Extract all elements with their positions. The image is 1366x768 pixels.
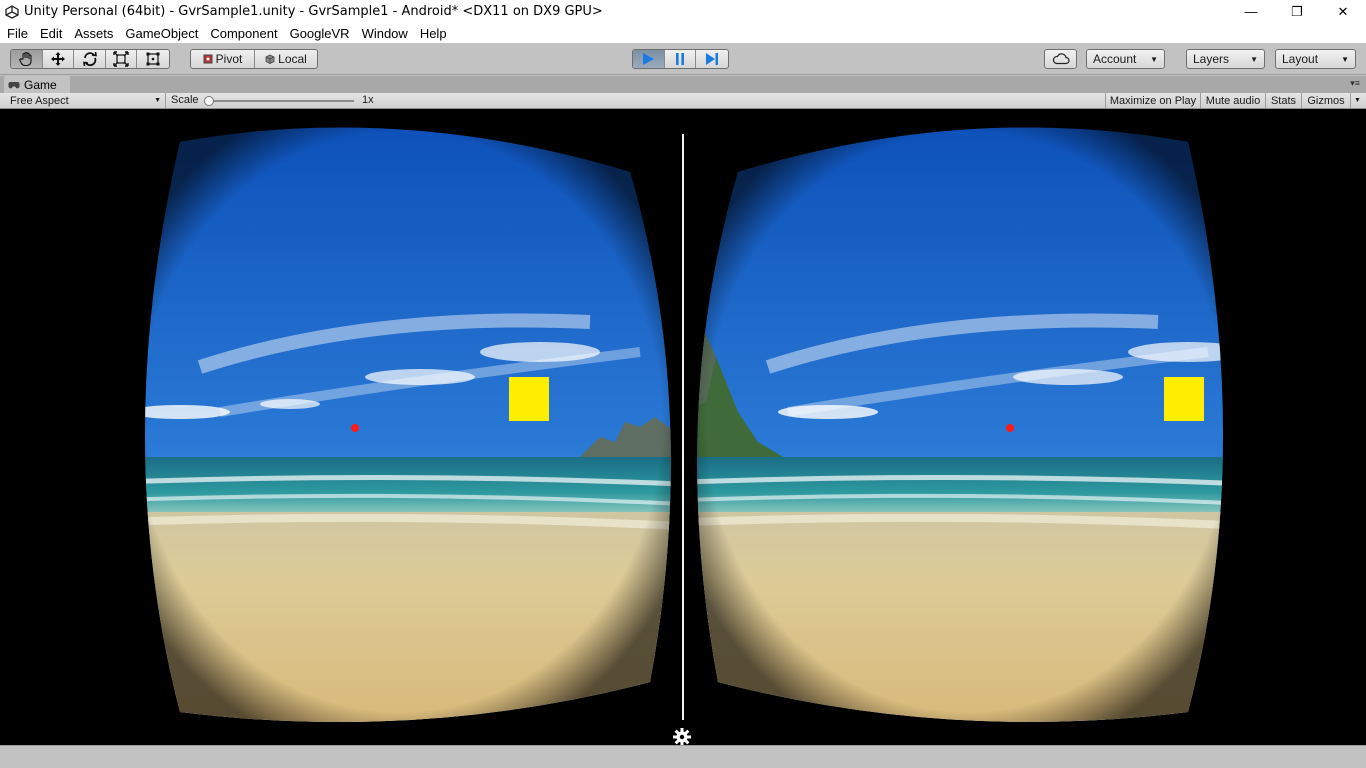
menu-component[interactable]: Component — [204, 26, 283, 41]
yellow-cube[interactable] — [1164, 377, 1204, 421]
move-tool-button[interactable] — [43, 50, 75, 68]
game-viewport[interactable] — [0, 109, 1366, 745]
gaze-reticle — [1006, 424, 1014, 432]
chevron-down-icon: ▼ — [154, 97, 161, 104]
gizmos-dropdown[interactable]: ▼ — [1350, 93, 1364, 108]
pivot-button[interactable]: Pivot — [191, 50, 255, 68]
main-toolbar: Pivot Local Account ▼ Layers ▼ Layout ▼ — [0, 43, 1366, 75]
window-title: Unity Personal (64bit) - GvrSample1.unit… — [24, 4, 603, 19]
gizmos-label: Gizmos — [1307, 94, 1345, 107]
menu-gameobject[interactable]: GameObject — [119, 26, 204, 41]
scale-tool-button[interactable] — [106, 50, 138, 68]
scale-label: Scale — [171, 94, 199, 106]
scale-slider-handle[interactable] — [204, 96, 214, 106]
play-controls — [632, 49, 729, 69]
menu-bar: File Edit Assets GameObject Component Go… — [0, 23, 1366, 43]
stats-toggle[interactable]: Stats — [1265, 93, 1301, 108]
layout-label: Layout — [1282, 52, 1319, 66]
chevron-down-icon: ▼ — [1150, 54, 1158, 64]
chevron-down-icon: ▼ — [1354, 97, 1361, 104]
pivot-toggle-group: Pivot Local — [190, 49, 318, 69]
gizmos-toggle[interactable]: Gizmos — [1301, 93, 1350, 108]
status-bar — [0, 745, 1366, 768]
layout-dropdown[interactable]: Layout ▼ — [1275, 49, 1356, 69]
cloud-icon — [1052, 53, 1070, 65]
menu-help[interactable]: Help — [414, 26, 453, 41]
menu-window[interactable]: Window — [356, 26, 414, 41]
scale-value: 1x — [362, 94, 374, 106]
gear-icon[interactable] — [672, 727, 692, 745]
right-eye-view — [697, 127, 1223, 723]
game-view-toolbar: Free Aspect ▼ Scale 1x Maximize on Play … — [0, 93, 1366, 109]
move-arrows-icon — [50, 52, 65, 66]
stats-label: Stats — [1270, 94, 1297, 107]
local-cube-icon — [265, 54, 275, 64]
rect-tool-button[interactable] — [137, 50, 169, 68]
eye-divider-line — [682, 134, 684, 720]
layers-dropdown[interactable]: Layers ▼ — [1186, 49, 1265, 69]
menu-googlevr[interactable]: GoogleVR — [284, 26, 356, 41]
layers-label: Layers — [1193, 52, 1230, 66]
rect-transform-icon — [146, 52, 160, 66]
chevron-down-icon: ▼ — [1341, 54, 1349, 64]
account-dropdown[interactable]: Account ▼ — [1086, 49, 1165, 69]
tab-bar: Game ▾≡ — [0, 76, 1366, 93]
pivot-label: Pivot — [215, 52, 243, 66]
collab-cloud-button[interactable] — [1044, 49, 1077, 69]
menu-file[interactable]: File — [0, 26, 34, 41]
chevron-down-icon: ▼ — [1250, 54, 1258, 64]
hand-tool-button[interactable] — [11, 50, 43, 68]
play-button[interactable] — [633, 50, 665, 68]
mute-audio-toggle[interactable]: Mute audio — [1200, 93, 1265, 108]
scale-slider-track[interactable] — [208, 100, 354, 102]
aspect-label: Free Aspect — [10, 94, 69, 107]
tab-game[interactable]: Game — [4, 76, 70, 93]
transform-tools — [10, 49, 170, 69]
play-icon — [643, 53, 655, 65]
tab-game-label: Game — [24, 77, 57, 92]
close-button[interactable]: ✕ — [1320, 0, 1366, 23]
hand-icon — [19, 51, 32, 67]
rotate-icon — [82, 51, 97, 67]
pivot-icon — [203, 54, 213, 64]
pause-button[interactable] — [665, 50, 697, 68]
menu-assets[interactable]: Assets — [68, 26, 119, 41]
gaze-reticle — [351, 424, 359, 432]
unity-logo-icon — [4, 4, 20, 20]
tab-options-icon[interactable]: ▾≡ — [1350, 78, 1360, 89]
pause-icon — [676, 53, 684, 65]
maximize-on-play-toggle[interactable]: Maximize on Play — [1105, 93, 1200, 108]
local-label: Local — [278, 52, 307, 66]
step-forward-icon — [706, 53, 719, 65]
account-label: Account — [1093, 52, 1137, 66]
game-controller-icon — [8, 81, 20, 88]
rotate-tool-button[interactable] — [74, 50, 106, 68]
aspect-dropdown[interactable]: Free Aspect ▼ — [0, 93, 166, 108]
mute-audio-label: Mute audio — [1205, 94, 1261, 107]
scale-icon — [113, 51, 129, 67]
step-button[interactable] — [696, 50, 728, 68]
maximize-button[interactable]: ❐ — [1274, 0, 1320, 23]
local-button[interactable]: Local — [255, 50, 317, 68]
minimize-button[interactable]: — — [1228, 0, 1274, 23]
yellow-cube[interactable] — [509, 377, 549, 421]
maximize-on-play-label: Maximize on Play — [1109, 94, 1197, 107]
left-eye-view — [145, 127, 671, 723]
menu-edit[interactable]: Edit — [34, 26, 68, 41]
window-title-bar: Unity Personal (64bit) - GvrSample1.unit… — [0, 0, 1366, 23]
